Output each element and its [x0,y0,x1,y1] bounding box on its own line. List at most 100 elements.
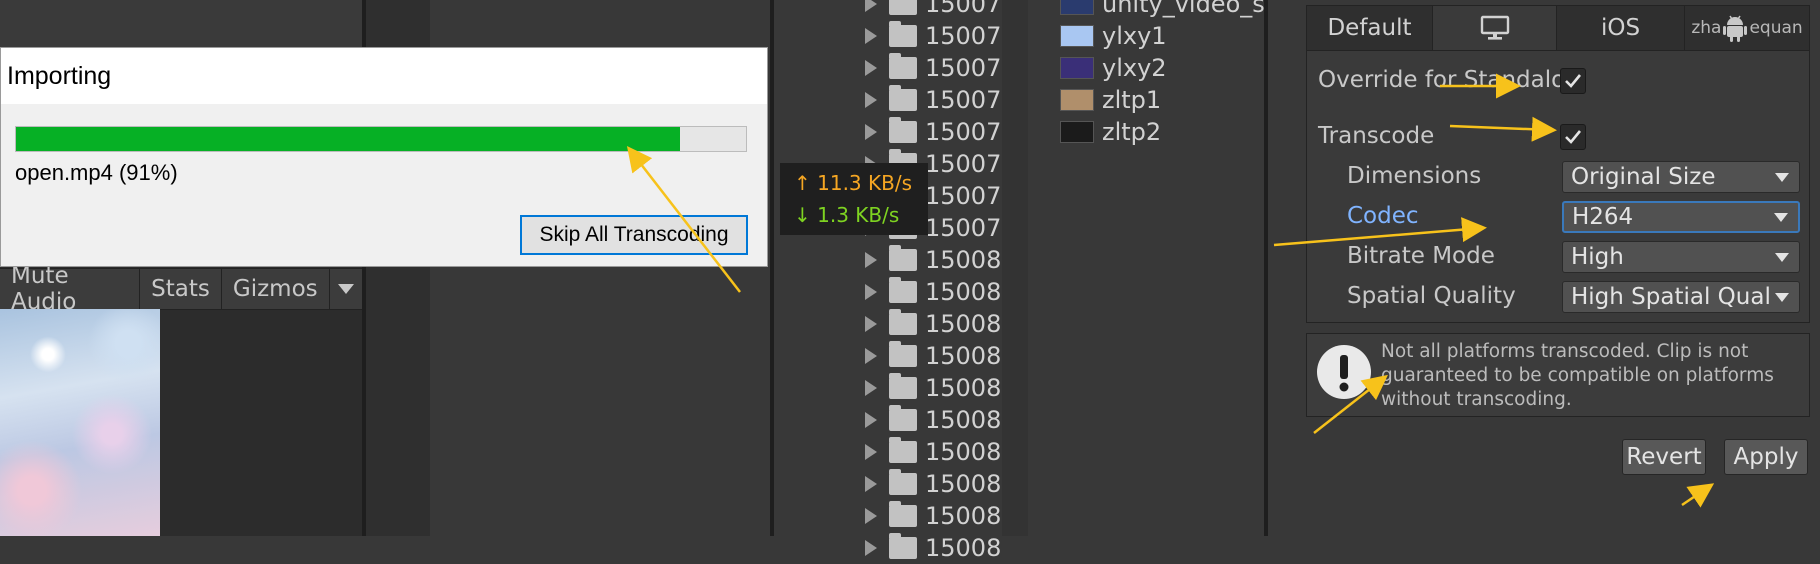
folder-row[interactable]: 15008 [865,276,1001,308]
tree-separator [1002,0,1028,536]
folder-label: 15007 [925,118,1002,146]
dimensions-label: Dimensions [1347,163,1482,189]
folder-row[interactable]: 15008 [865,340,1001,372]
platform-tabs: Default iOS zha equan [1307,6,1809,51]
expand-arrow-icon[interactable] [865,92,877,108]
folder-label: 15008 [925,374,1002,402]
video-thumbnail [1060,25,1094,47]
expand-arrow-icon[interactable] [865,316,877,332]
folder-row[interactable]: 15008 [865,372,1001,404]
codec-value: H264 [1572,204,1634,230]
asset-item[interactable]: ylxy2 [1060,52,1167,84]
transcode-warning: Not all platforms transcoded. Clip is no… [1306,333,1810,417]
scene-toolbar: Mute Audio Stats Gizmos [0,263,362,315]
tab-android[interactable]: zha equan [1685,6,1809,50]
android-icon [1723,15,1748,42]
expand-arrow-icon[interactable] [865,0,877,12]
importing-dialog: Importing open.mp4 (91%) Skip All Transc… [0,47,768,267]
folder-row[interactable]: 15007 [865,20,1001,52]
folder-label: 15008 [925,406,1002,434]
expand-arrow-icon[interactable] [865,28,877,44]
asset-label: ylxy1 [1102,22,1167,50]
video-thumbnail [1060,89,1094,111]
codec-dropdown[interactable]: H264 [1562,201,1800,233]
folder-icon [889,373,917,399]
bitrate-mode-dropdown[interactable]: High [1562,241,1800,273]
asset-item[interactable]: zltp1 [1060,84,1161,116]
expand-arrow-icon[interactable] [865,284,877,300]
expand-arrow-icon[interactable] [865,508,877,524]
folder-label: 15008 [925,502,1002,530]
panel-divider[interactable] [770,0,774,536]
folder-icon [889,117,917,143]
gizmos-button[interactable]: Gizmos [222,269,330,309]
folder-row[interactable]: 15008 [865,404,1001,436]
folder-icon [889,245,917,271]
apply-button[interactable]: Apply [1724,439,1808,475]
revert-button[interactable]: Revert [1622,439,1706,475]
warning-message: Not all platforms transcoded. Clip is no… [1381,341,1774,410]
bitrate-mode-label: Bitrate Mode [1347,243,1495,269]
bitrate-mode-value: High [1571,244,1624,270]
skip-all-transcoding-button[interactable]: Skip All Transcoding [520,215,748,255]
folder-label: 15008 [925,342,1002,370]
dimensions-dropdown[interactable]: Original Size [1562,161,1800,193]
folder-label: 15008 [925,534,1002,562]
expand-arrow-icon[interactable] [865,412,877,428]
tab-default[interactable]: Default [1307,6,1433,50]
download-speed: ↓ 1.3 KB/s [794,203,900,227]
expand-arrow-icon[interactable] [865,60,877,76]
folder-row[interactable]: 15007 [865,84,1001,116]
folder-row[interactable]: 15008 [865,436,1001,468]
folder-icon [889,53,917,79]
folder-label: 15008 [925,246,1002,274]
expand-arrow-icon[interactable] [865,444,877,460]
folder-row[interactable]: 15007 [865,116,1001,148]
folder-row[interactable]: 15008 [865,308,1001,340]
codec-label: Codec [1347,203,1419,229]
folder-icon [889,405,917,431]
folder-icon [889,341,917,367]
folder-label: 15007 [925,86,1002,114]
mute-audio-button[interactable]: Mute Audio [0,263,141,315]
folder-icon [889,501,917,527]
asset-item[interactable]: ylxy1 [1060,20,1167,52]
asset-item[interactable]: zltp2 [1060,116,1161,148]
folder-icon [889,469,917,495]
chevron-down-icon [1775,172,1789,182]
expand-arrow-icon[interactable] [865,380,877,396]
asset-label: ylxy2 [1102,54,1167,82]
tab-standalone[interactable] [1433,6,1557,50]
import-progress-fill [16,127,681,151]
folder-row[interactable]: 15008 [865,244,1001,276]
folder-row[interactable]: 15008 [865,532,1001,564]
chevron-down-icon [1774,212,1788,222]
checkmark-icon [1565,74,1582,88]
folder-label: 15007 [925,0,1002,18]
expand-arrow-icon[interactable] [865,476,877,492]
spatial-quality-dropdown[interactable]: High Spatial Quality [1562,281,1800,313]
asset-item[interactable]: unity_video_spr [1060,0,1290,20]
folder-label: 15008 [925,470,1002,498]
dialog-title: Importing [1,48,767,104]
transcode-checkbox[interactable] [1560,124,1586,150]
folder-row[interactable]: 15007 [865,52,1001,84]
expand-arrow-icon[interactable] [865,124,877,140]
import-progress-label: open.mp4 (91%) [15,160,178,185]
folder-row[interactable]: 15008 [865,500,1001,532]
expand-arrow-icon[interactable] [865,348,877,364]
transcode-label: Transcode [1318,123,1435,149]
gizmos-dropdown-icon[interactable] [330,269,362,309]
folder-row[interactable]: 15007 [865,0,1001,20]
asset-label: zltp2 [1102,118,1162,146]
folder-row[interactable]: 15008 [865,468,1001,500]
expand-arrow-icon[interactable] [865,540,877,556]
folder-label: 15008 [925,438,1002,466]
asset-list: unity_video_spr ylxy1 ylxy2 zltp1 zltp2 [1028,0,1290,536]
expand-arrow-icon[interactable] [865,252,877,268]
android-tab-label: zha [1691,18,1722,38]
stats-button[interactable]: Stats [140,269,222,309]
override-checkbox[interactable] [1560,68,1586,94]
tab-ios[interactable]: iOS [1557,6,1685,50]
spatial-quality-label: Spatial Quality [1347,283,1516,309]
